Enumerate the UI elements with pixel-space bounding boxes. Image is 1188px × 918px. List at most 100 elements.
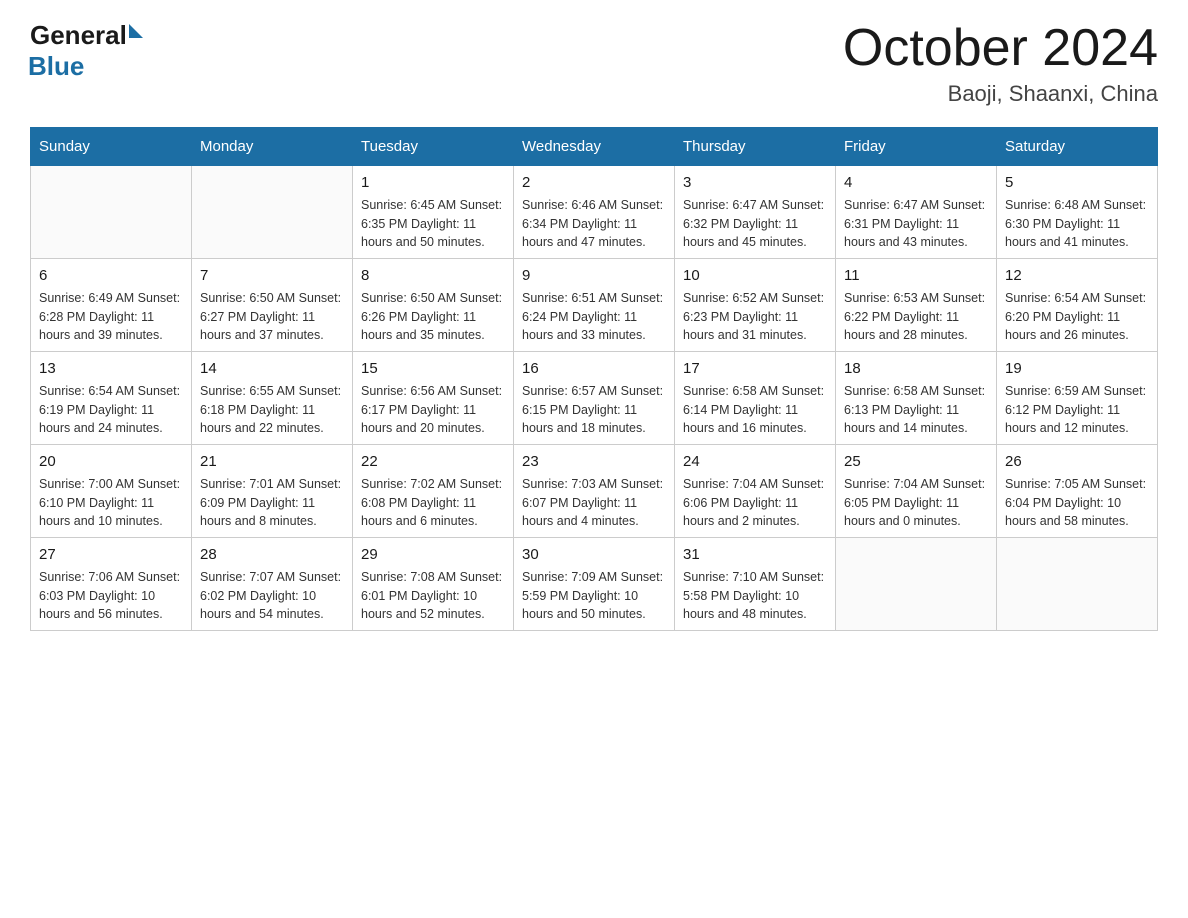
header-day-tuesday: Tuesday	[353, 128, 514, 166]
calendar-cell: 5Sunrise: 6:48 AM Sunset: 6:30 PM Daylig…	[997, 166, 1158, 259]
day-info: Sunrise: 7:07 AM Sunset: 6:02 PM Dayligh…	[200, 568, 344, 624]
calendar-cell: 9Sunrise: 6:51 AM Sunset: 6:24 PM Daylig…	[514, 259, 675, 352]
calendar-body: 1Sunrise: 6:45 AM Sunset: 6:35 PM Daylig…	[31, 166, 1158, 631]
day-number: 23	[522, 451, 666, 473]
logo-blue-text: Blue	[28, 51, 84, 82]
calendar-cell: 4Sunrise: 6:47 AM Sunset: 6:31 PM Daylig…	[836, 166, 997, 259]
day-info: Sunrise: 6:51 AM Sunset: 6:24 PM Dayligh…	[522, 289, 666, 345]
day-info: Sunrise: 7:04 AM Sunset: 6:06 PM Dayligh…	[683, 475, 827, 531]
calendar-cell: 31Sunrise: 7:10 AM Sunset: 5:58 PM Dayli…	[675, 538, 836, 631]
day-number: 17	[683, 358, 827, 380]
day-info: Sunrise: 6:53 AM Sunset: 6:22 PM Dayligh…	[844, 289, 988, 345]
day-info: Sunrise: 7:03 AM Sunset: 6:07 PM Dayligh…	[522, 475, 666, 531]
calendar-cell: 22Sunrise: 7:02 AM Sunset: 6:08 PM Dayli…	[353, 445, 514, 538]
day-info: Sunrise: 6:49 AM Sunset: 6:28 PM Dayligh…	[39, 289, 183, 345]
calendar-week-row: 6Sunrise: 6:49 AM Sunset: 6:28 PM Daylig…	[31, 259, 1158, 352]
calendar-cell: 15Sunrise: 6:56 AM Sunset: 6:17 PM Dayli…	[353, 352, 514, 445]
day-number: 4	[844, 172, 988, 194]
day-number: 21	[200, 451, 344, 473]
logo-arrow-icon	[129, 24, 143, 38]
header-day-sunday: Sunday	[31, 128, 192, 166]
day-info: Sunrise: 7:09 AM Sunset: 5:59 PM Dayligh…	[522, 568, 666, 624]
page-header: General Blue October 2024 Baoji, Shaanxi…	[30, 20, 1158, 107]
calendar-cell: 2Sunrise: 6:46 AM Sunset: 6:34 PM Daylig…	[514, 166, 675, 259]
day-number: 13	[39, 358, 183, 380]
calendar-cell: 26Sunrise: 7:05 AM Sunset: 6:04 PM Dayli…	[997, 445, 1158, 538]
day-number: 27	[39, 544, 183, 566]
day-number: 30	[522, 544, 666, 566]
header-day-wednesday: Wednesday	[514, 128, 675, 166]
logo: General Blue	[30, 20, 143, 82]
day-info: Sunrise: 6:58 AM Sunset: 6:13 PM Dayligh…	[844, 382, 988, 438]
calendar-cell: 23Sunrise: 7:03 AM Sunset: 6:07 PM Dayli…	[514, 445, 675, 538]
calendar-cell	[31, 166, 192, 259]
day-info: Sunrise: 7:00 AM Sunset: 6:10 PM Dayligh…	[39, 475, 183, 531]
calendar-cell: 16Sunrise: 6:57 AM Sunset: 6:15 PM Dayli…	[514, 352, 675, 445]
calendar-cell: 27Sunrise: 7:06 AM Sunset: 6:03 PM Dayli…	[31, 538, 192, 631]
header-day-saturday: Saturday	[997, 128, 1158, 166]
day-info: Sunrise: 7:02 AM Sunset: 6:08 PM Dayligh…	[361, 475, 505, 531]
day-info: Sunrise: 6:52 AM Sunset: 6:23 PM Dayligh…	[683, 289, 827, 345]
day-number: 11	[844, 265, 988, 287]
calendar-cell: 24Sunrise: 7:04 AM Sunset: 6:06 PM Dayli…	[675, 445, 836, 538]
day-number: 9	[522, 265, 666, 287]
day-number: 15	[361, 358, 505, 380]
calendar-title: October 2024	[843, 20, 1158, 77]
calendar-cell: 20Sunrise: 7:00 AM Sunset: 6:10 PM Dayli…	[31, 445, 192, 538]
calendar-cell: 8Sunrise: 6:50 AM Sunset: 6:26 PM Daylig…	[353, 259, 514, 352]
day-info: Sunrise: 6:55 AM Sunset: 6:18 PM Dayligh…	[200, 382, 344, 438]
day-number: 25	[844, 451, 988, 473]
calendar-table: SundayMondayTuesdayWednesdayThursdayFrid…	[30, 127, 1158, 631]
calendar-cell: 25Sunrise: 7:04 AM Sunset: 6:05 PM Dayli…	[836, 445, 997, 538]
day-number: 14	[200, 358, 344, 380]
day-info: Sunrise: 6:59 AM Sunset: 6:12 PM Dayligh…	[1005, 382, 1149, 438]
calendar-header: SundayMondayTuesdayWednesdayThursdayFrid…	[31, 128, 1158, 166]
calendar-cell: 12Sunrise: 6:54 AM Sunset: 6:20 PM Dayli…	[997, 259, 1158, 352]
day-number: 20	[39, 451, 183, 473]
calendar-cell: 11Sunrise: 6:53 AM Sunset: 6:22 PM Dayli…	[836, 259, 997, 352]
day-info: Sunrise: 6:48 AM Sunset: 6:30 PM Dayligh…	[1005, 196, 1149, 252]
day-info: Sunrise: 6:56 AM Sunset: 6:17 PM Dayligh…	[361, 382, 505, 438]
day-info: Sunrise: 6:45 AM Sunset: 6:35 PM Dayligh…	[361, 196, 505, 252]
calendar-week-row: 13Sunrise: 6:54 AM Sunset: 6:19 PM Dayli…	[31, 352, 1158, 445]
day-number: 8	[361, 265, 505, 287]
calendar-cell: 18Sunrise: 6:58 AM Sunset: 6:13 PM Dayli…	[836, 352, 997, 445]
day-info: Sunrise: 7:06 AM Sunset: 6:03 PM Dayligh…	[39, 568, 183, 624]
calendar-location: Baoji, Shaanxi, China	[843, 81, 1158, 107]
day-number: 6	[39, 265, 183, 287]
day-info: Sunrise: 7:08 AM Sunset: 6:01 PM Dayligh…	[361, 568, 505, 624]
day-number: 1	[361, 172, 505, 194]
day-number: 24	[683, 451, 827, 473]
calendar-week-row: 1Sunrise: 6:45 AM Sunset: 6:35 PM Daylig…	[31, 166, 1158, 259]
header-day-thursday: Thursday	[675, 128, 836, 166]
day-number: 18	[844, 358, 988, 380]
calendar-cell: 17Sunrise: 6:58 AM Sunset: 6:14 PM Dayli…	[675, 352, 836, 445]
calendar-cell: 21Sunrise: 7:01 AM Sunset: 6:09 PM Dayli…	[192, 445, 353, 538]
day-number: 31	[683, 544, 827, 566]
calendar-cell: 30Sunrise: 7:09 AM Sunset: 5:59 PM Dayli…	[514, 538, 675, 631]
calendar-cell	[836, 538, 997, 631]
day-number: 3	[683, 172, 827, 194]
calendar-cell: 29Sunrise: 7:08 AM Sunset: 6:01 PM Dayli…	[353, 538, 514, 631]
calendar-cell	[192, 166, 353, 259]
calendar-cell: 19Sunrise: 6:59 AM Sunset: 6:12 PM Dayli…	[997, 352, 1158, 445]
day-number: 28	[200, 544, 344, 566]
calendar-cell: 28Sunrise: 7:07 AM Sunset: 6:02 PM Dayli…	[192, 538, 353, 631]
day-number: 29	[361, 544, 505, 566]
day-number: 16	[522, 358, 666, 380]
day-number: 10	[683, 265, 827, 287]
day-number: 5	[1005, 172, 1149, 194]
day-info: Sunrise: 6:54 AM Sunset: 6:20 PM Dayligh…	[1005, 289, 1149, 345]
day-number: 22	[361, 451, 505, 473]
day-number: 26	[1005, 451, 1149, 473]
day-info: Sunrise: 6:58 AM Sunset: 6:14 PM Dayligh…	[683, 382, 827, 438]
logo-general-text: General	[30, 20, 127, 51]
calendar-cell: 13Sunrise: 6:54 AM Sunset: 6:19 PM Dayli…	[31, 352, 192, 445]
header-row: SundayMondayTuesdayWednesdayThursdayFrid…	[31, 128, 1158, 166]
day-number: 19	[1005, 358, 1149, 380]
day-info: Sunrise: 6:47 AM Sunset: 6:32 PM Dayligh…	[683, 196, 827, 252]
day-info: Sunrise: 6:54 AM Sunset: 6:19 PM Dayligh…	[39, 382, 183, 438]
header-day-monday: Monday	[192, 128, 353, 166]
calendar-cell	[997, 538, 1158, 631]
day-info: Sunrise: 6:57 AM Sunset: 6:15 PM Dayligh…	[522, 382, 666, 438]
